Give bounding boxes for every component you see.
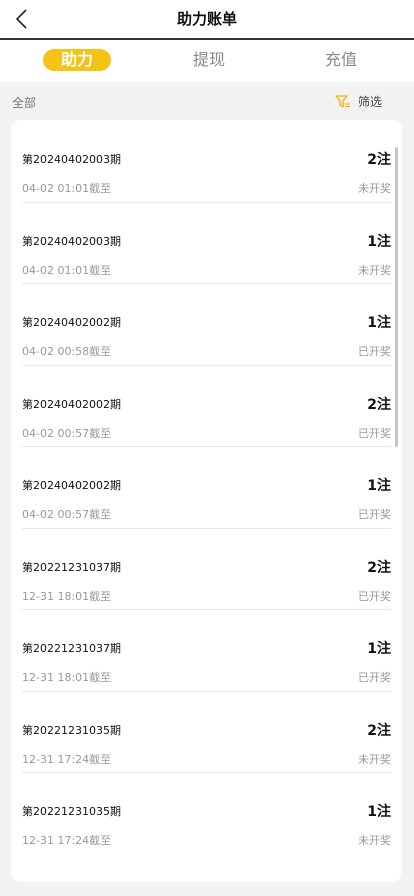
bet-count: 1注 bbox=[367, 641, 391, 657]
list-item[interactable]: 第20221231035期 12-31 17:24截至 1注 未开奖 bbox=[22, 772, 391, 854]
list-item[interactable]: 第20221231037期 12-31 18:01截至 1注 已开奖 bbox=[22, 609, 391, 692]
bet-count: 1注 bbox=[367, 315, 391, 331]
status-label: 已开奖 bbox=[358, 345, 391, 358]
list-item[interactable]: 第20240402003期 04-02 01:01截至 1注 未开奖 bbox=[22, 202, 391, 284]
bet-count: 2注 bbox=[367, 396, 391, 413]
tab-bar: 助力 提现 充值 bbox=[0, 40, 414, 82]
status-label: 已开奖 bbox=[358, 426, 391, 440]
page-title: 助力账单 bbox=[176, 10, 237, 28]
status-label: 未开奖 bbox=[358, 263, 391, 277]
status-label: 未开奖 bbox=[358, 182, 391, 195]
deadline-label: 12-31 18:01截至 bbox=[22, 671, 112, 684]
filter-bar: 全部 筛选 bbox=[0, 82, 414, 120]
status-label: 未开奖 bbox=[358, 752, 391, 766]
filter-all-label[interactable]: 全部 bbox=[12, 94, 36, 111]
top-bar: 助力账单 bbox=[0, 0, 414, 40]
deadline-label: 12-31 18:01截至 bbox=[22, 589, 112, 603]
period-label: 第20240402002期 bbox=[22, 397, 121, 411]
period-label: 第20221231037期 bbox=[22, 560, 121, 574]
tab-assist[interactable]: 助力 bbox=[43, 49, 111, 71]
record-list[interactable]: 第20240402003期 04-02 01:01截至 2注 未开奖 第2024… bbox=[11, 120, 402, 882]
status-label: 未开奖 bbox=[358, 834, 391, 847]
deadline-label: 04-02 00:57截至 bbox=[22, 426, 112, 440]
filter-label: 筛选 bbox=[357, 95, 382, 109]
list-item[interactable]: 第20240402002期 04-02 00:57截至 2注 已开奖 bbox=[22, 365, 391, 447]
bet-count: 1注 bbox=[367, 233, 391, 250]
deadline-label: 12-31 17:24截至 bbox=[22, 752, 112, 766]
period-label: 第20240402002期 bbox=[22, 316, 121, 329]
bet-count: 1注 bbox=[367, 804, 391, 820]
bet-count: 2注 bbox=[367, 152, 391, 168]
deadline-label: 04-02 01:01截至 bbox=[22, 263, 112, 277]
list-item[interactable]: 第20240402002期 04-02 00:58截至 1注 已开奖 bbox=[22, 283, 391, 366]
scrollbar[interactable] bbox=[395, 147, 398, 447]
filter-icon bbox=[335, 94, 350, 108]
list-item[interactable]: 第20221231037期 12-31 18:01截至 2注 已开奖 bbox=[22, 528, 391, 610]
list-item[interactable]: 第20240402002期 04-02 00:57截至 1注 已开奖 bbox=[22, 446, 391, 529]
list-item[interactable]: 第20240402003期 04-02 01:01截至 2注 未开奖 bbox=[22, 120, 391, 203]
tab-recharge[interactable]: 充值 bbox=[307, 49, 375, 71]
period-label: 第20221231035期 bbox=[22, 805, 121, 818]
period-label: 第20221231037期 bbox=[22, 642, 121, 655]
bet-count: 2注 bbox=[367, 722, 391, 739]
deadline-label: 12-31 17:24截至 bbox=[22, 834, 112, 847]
deadline-label: 04-02 00:58截至 bbox=[22, 345, 112, 358]
list-item[interactable]: 第20221231035期 12-31 17:24截至 2注 未开奖 bbox=[22, 691, 391, 773]
deadline-label: 04-02 01:01截至 bbox=[22, 182, 112, 195]
bet-count: 2注 bbox=[367, 559, 391, 576]
tab-withdraw[interactable]: 提现 bbox=[175, 49, 243, 71]
period-label: 第20240402003期 bbox=[22, 153, 121, 166]
bet-count: 1注 bbox=[367, 478, 391, 494]
deadline-label: 04-02 00:57截至 bbox=[22, 508, 112, 521]
period-label: 第20240402002期 bbox=[22, 479, 121, 492]
period-label: 第20221231035期 bbox=[22, 723, 121, 737]
status-label: 已开奖 bbox=[358, 589, 391, 603]
filter-button[interactable]: 筛选 bbox=[335, 93, 382, 110]
status-label: 已开奖 bbox=[358, 671, 391, 684]
period-label: 第20240402003期 bbox=[22, 234, 121, 248]
status-label: 已开奖 bbox=[358, 508, 391, 521]
